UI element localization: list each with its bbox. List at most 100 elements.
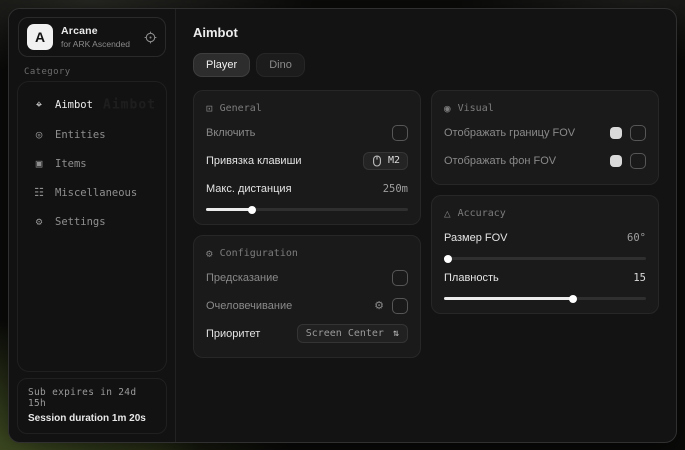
sidebar-item-label: Miscellaneous (55, 187, 137, 199)
sidebar-item-label: Aimbot (55, 99, 93, 111)
configuration-icon: ⚙ (206, 247, 213, 260)
priority-select[interactable]: Screen Center ⇅ (297, 324, 408, 343)
smoothness-slider[interactable] (444, 297, 646, 300)
tab-player[interactable]: Player (193, 53, 250, 77)
priority-row: Приоритет Screen Center ⇅ (206, 323, 408, 344)
prediction-label: Предсказание (206, 272, 278, 284)
sidebar: A Arcane for ARK Ascended Category ⌖ Aim… (9, 9, 176, 442)
fov-background-label: Отображать фон FOV (444, 155, 556, 167)
fov-border-row: Отображать границу FOV (444, 122, 646, 143)
brand-logo: A (27, 24, 53, 50)
gear-icon: ⚙ (32, 215, 46, 228)
fov-border-controls (610, 125, 646, 141)
sidebar-item-items[interactable]: ▣ Items (24, 149, 160, 178)
cheat-menu-window: A Arcane for ARK Ascended Category ⌖ Aim… (8, 8, 677, 443)
configuration-card-header: ⚙ Configuration (206, 247, 408, 260)
prediction-row: Предсказание (206, 267, 408, 288)
target-icon[interactable] (144, 31, 157, 44)
max-distance-slider-fill (206, 208, 252, 211)
visual-card: ◉ Visual Отображать границу FOV Отобража… (431, 90, 659, 185)
configuration-card-title: Configuration (220, 248, 298, 259)
page-title: Aimbot (193, 25, 659, 40)
mouse-icon (371, 155, 383, 167)
card-columns: ⊡ General Включить Привязка клавиши (193, 90, 659, 358)
fov-size-slider[interactable] (444, 257, 646, 260)
fov-background-checkbox[interactable] (630, 153, 646, 169)
max-distance-row: Макс. дистанция 250m (206, 178, 408, 199)
fov-size-label: Размер FOV (444, 232, 507, 244)
general-icon: ⊡ (206, 102, 213, 115)
humanization-settings-icon[interactable]: ⚙ (374, 299, 384, 312)
general-card-title: General (220, 103, 262, 114)
fov-background-color-swatch[interactable] (610, 155, 622, 167)
chevron-up-down-icon: ⇅ (393, 328, 399, 339)
general-card: ⊡ General Включить Привязка клавиши (193, 90, 421, 225)
general-card-header: ⊡ General (206, 102, 408, 115)
priority-select-value: Screen Center (306, 328, 384, 339)
accuracy-card-header: △ Accuracy (444, 207, 646, 220)
brand-subtitle: for ARK Ascended (61, 39, 130, 49)
enable-label: Включить (206, 127, 255, 139)
brand-name: Arcane (61, 25, 130, 37)
prediction-checkbox[interactable] (392, 270, 408, 286)
max-distance-slider[interactable] (206, 208, 408, 211)
fov-background-row: Отображать фон FOV (444, 150, 646, 171)
sidebar-item-label: Items (55, 158, 87, 170)
left-column: ⊡ General Включить Привязка клавиши (193, 90, 421, 358)
smoothness-slider-thumb[interactable] (569, 295, 577, 303)
fov-background-controls (610, 153, 646, 169)
sidebar-item-label: Settings (55, 216, 106, 228)
visual-icon: ◉ (444, 102, 451, 115)
brand-text: Arcane for ARK Ascended (61, 25, 130, 49)
enable-checkbox[interactable] (392, 125, 408, 141)
accuracy-card: △ Accuracy Размер FOV 60° (431, 195, 659, 314)
crosshair-icon: ⌖ (32, 98, 46, 112)
max-distance-slider-thumb[interactable] (248, 206, 256, 214)
tab-dino[interactable]: Dino (256, 53, 305, 77)
keybind-label: Привязка клавиши (206, 155, 302, 167)
sidebar-item-aimbot[interactable]: ⌖ Aimbot Aimbot (24, 90, 160, 120)
visual-card-header: ◉ Visual (444, 102, 646, 115)
main-panel: Aimbot Player Dino ⊡ General Включить (176, 9, 676, 442)
session-duration-text: Session duration 1m 20s (28, 413, 156, 424)
tab-bar: Player Dino (193, 53, 659, 77)
fov-size-slider-thumb[interactable] (444, 255, 452, 263)
max-distance-value: 250m (383, 183, 408, 195)
fov-size-value: 60° (627, 232, 646, 244)
sidebar-item-label: Entities (55, 129, 106, 141)
smoothness-row: Плавность 15 (444, 267, 646, 288)
package-icon: ▣ (32, 157, 46, 170)
visual-card-title: Visual (458, 103, 494, 114)
sidebar-item-entities[interactable]: ◎ Entities (24, 120, 160, 149)
smoothness-value: 15 (633, 272, 646, 284)
category-label: Category (24, 67, 175, 77)
configuration-card: ⚙ Configuration Предсказание Очеловечива… (193, 235, 421, 358)
right-column: ◉ Visual Отображать границу FOV Отобража… (431, 90, 659, 314)
fov-border-color-swatch[interactable] (610, 127, 622, 139)
humanization-label: Очеловечивание (206, 300, 292, 312)
game-background: A Arcane for ARK Ascended Category ⌖ Aim… (0, 0, 685, 450)
humanization-checkbox[interactable] (392, 298, 408, 314)
enable-row: Включить (206, 122, 408, 143)
fov-border-checkbox[interactable] (630, 125, 646, 141)
brand-card: A Arcane for ARK Ascended (18, 17, 166, 57)
keybind-button[interactable]: M2 (363, 152, 408, 170)
humanization-controls: ⚙ (374, 298, 408, 314)
subscription-status: Sub expires in 24d 15h Session duration … (17, 378, 167, 434)
accuracy-icon: △ (444, 207, 451, 220)
accuracy-card-title: Accuracy (458, 208, 506, 219)
sub-expiry-text: Sub expires in 24d 15h (28, 387, 156, 409)
smoothness-label: Плавность (444, 272, 499, 284)
keybind-value: M2 (388, 155, 400, 166)
max-distance-label: Макс. дистанция (206, 183, 292, 195)
aimbot-watermark: Aimbot (103, 98, 156, 113)
smoothness-slider-fill (444, 297, 573, 300)
fov-size-row: Размер FOV 60° (444, 227, 646, 248)
sidebar-item-miscellaneous[interactable]: ☷ Miscellaneous (24, 178, 160, 207)
fov-border-label: Отображать границу FOV (444, 127, 575, 139)
sidebar-item-settings[interactable]: ⚙ Settings (24, 207, 160, 236)
fov-size-slider-fill (444, 257, 448, 260)
sidebar-nav: ⌖ Aimbot Aimbot ◎ Entities ▣ Items ☷ Mis… (17, 81, 167, 372)
priority-label: Приоритет (206, 328, 260, 340)
entities-icon: ◎ (32, 128, 46, 141)
